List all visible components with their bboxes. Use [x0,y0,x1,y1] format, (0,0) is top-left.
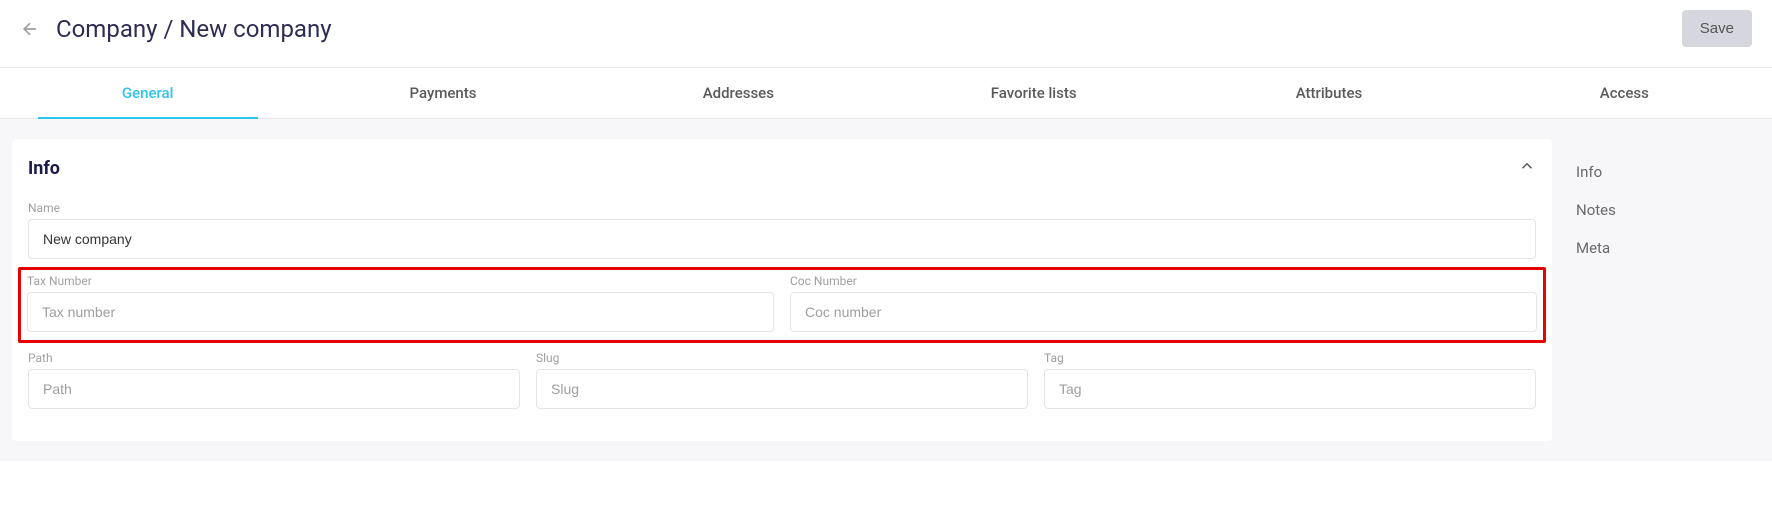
tag-label: Tag [1044,351,1536,365]
form-group-slug: Slug [536,351,1028,409]
chevron-up-icon[interactable] [1518,157,1536,179]
form-group-tax: Tax Number [27,274,774,332]
tax-number-label: Tax Number [27,274,774,288]
panel-header: Info [24,149,1540,199]
tab-favorite-lists[interactable]: Favorite lists [886,68,1181,118]
coc-number-label: Coc Number [790,274,1537,288]
form-group-coc: Coc Number [790,274,1537,332]
sidebar-item-notes[interactable]: Notes [1576,191,1748,229]
tab-addresses[interactable]: Addresses [591,68,886,118]
panel-title: Info [28,158,60,179]
content-area: Info Name Tax Number Coc Number [0,119,1772,461]
tax-number-input[interactable] [27,292,774,332]
tab-attributes[interactable]: Attributes [1181,68,1476,118]
form-group-path: Path [28,351,520,409]
main-panel: Info Name Tax Number Coc Number [12,139,1552,441]
save-button[interactable]: Save [1682,10,1752,47]
name-input[interactable] [28,219,1536,259]
sidebar-item-info[interactable]: Info [1576,153,1748,191]
form-group-tag: Tag [1044,351,1536,409]
highlight-box: Tax Number Coc Number [18,267,1546,343]
sidebar: Info Notes Meta [1552,139,1772,441]
name-label: Name [28,201,1536,215]
page-header: Company / New company Save [0,0,1772,67]
tab-access[interactable]: Access [1477,68,1772,118]
tab-general[interactable]: General [0,68,295,118]
form-row-name: Name [24,199,1540,261]
form-group-name: Name [28,201,1536,259]
form-row-tax-coc: Tax Number Coc Number [27,272,1537,334]
coc-number-input[interactable] [790,292,1537,332]
tabs-row: General Payments Addresses Favorite list… [0,67,1772,119]
slug-label: Slug [536,351,1028,365]
breadcrumb: Company / New company [56,15,332,43]
tab-payments[interactable]: Payments [295,68,590,118]
header-left: Company / New company [20,15,332,43]
path-input[interactable] [28,369,520,409]
back-arrow-icon[interactable] [20,19,40,39]
tag-input[interactable] [1044,369,1536,409]
sidebar-item-meta[interactable]: Meta [1576,229,1748,267]
slug-input[interactable] [536,369,1028,409]
form-row-path-slug-tag: Path Slug Tag [24,349,1540,411]
path-label: Path [28,351,520,365]
